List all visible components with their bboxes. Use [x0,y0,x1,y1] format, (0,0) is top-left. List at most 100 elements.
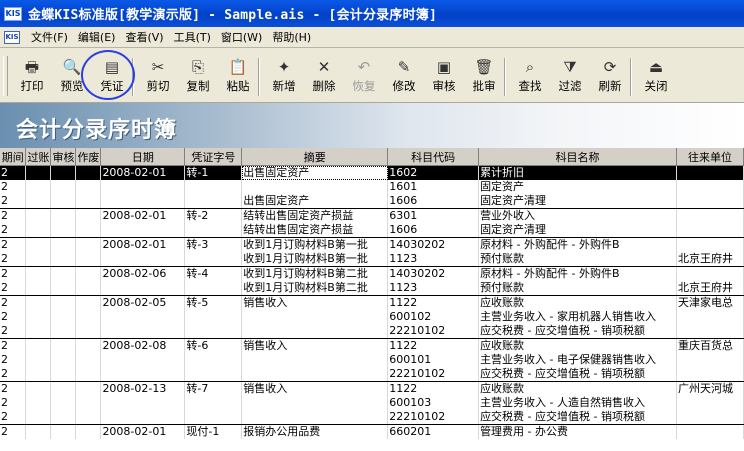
toolbar-button-edit[interactable]: ✎ 修改 [384,56,424,98]
cell-contact-unit: 天津家电总 [676,295,744,310]
restore-icon: ↶ [357,58,371,76]
cell-contact-unit [676,310,744,324]
cell-account-name: 管理费用 - 办公费 [478,424,677,439]
cell-account-name: 营业外收入 [478,208,677,223]
table-row[interactable]: 2 收到1月订购材料B第一批 1123 预付账款 北京王府井 [0,252,744,267]
toolbar-button-delete[interactable]: ✕ 删除 [304,56,344,98]
toolbar-button-restore[interactable]: ↶ 恢复 [344,56,384,98]
cell-period: 2 [0,208,27,223]
table-row[interactable]: 2 600103 主营业务收入 - 人造自然销售收入 [0,396,744,410]
column-header-voucher-no[interactable]: 凭证字号 [184,148,243,166]
cell-contact-unit [676,353,744,367]
cell-account-code: 1123 [387,281,480,296]
cell-audited [50,353,77,367]
toolbar-grip[interactable] [3,56,8,96]
cell-posted [25,295,52,310]
cell-date [100,353,186,367]
cell-voided [75,237,102,252]
cell-posted [25,237,52,252]
table-row[interactable]: 2 出售固定资产 1606 固定资产清理 [0,194,744,209]
cell-summary [241,353,389,367]
cell-account-name: 应交税费 - 应交增值税 - 销项税额 [478,367,677,382]
toolbar-button-filter[interactable]: ⧩ 过滤 [550,56,590,98]
toolbar-button-find[interactable]: ⌕ 查找 [510,56,550,98]
table-row[interactable]: 2 结转出售固定资产损益 1606 固定资产清理 [0,223,744,238]
table-row[interactable]: 2 1601 固定资产 [0,180,744,194]
table-row[interactable]: 2 22210102 应交税费 - 应交增值税 - 销项税额 [0,367,744,382]
cell-contact-unit: 北京王府井 [676,252,744,267]
toolbar-button-voucher[interactable]: ▤ 凭证 [92,56,132,98]
cell-contact-unit [676,180,744,194]
cell-account-name: 预付账款 [478,281,677,296]
page-banner: 会计分录序时簿 [0,103,744,148]
menu-window[interactable]: 窗口(W) [216,29,267,45]
table-row[interactable]: 2 2008-02-06 转-4 收到1月订购材料B第二批 14030202 原材料 - … [0,266,744,281]
toolbar-button-label: 打印 [20,79,44,93]
copy-icon: ⎘ [191,58,204,76]
column-header-period[interactable]: 期间 [0,148,27,166]
table-row[interactable]: 2 22210102 应交税费 - 应交增值税 - 销项税额 [0,324,744,339]
column-header-account-code[interactable]: 科目代码 [387,148,480,166]
table-row[interactable]: 2 2008-02-01 现付-1 报销办公用品费 660201 管理费用 - 办公费 [0,424,744,439]
table-row[interactable]: 2 2008-02-01 转-2 结转出售固定资产损益 6301 营业外收入 [0,208,744,223]
toolbar-button-refresh[interactable]: ⟳ 刷新 [590,56,630,98]
close-icon: ⏏ [648,58,664,76]
column-header-date[interactable]: 日期 [100,148,186,166]
cell-account-name: 固定资产清理 [478,223,677,238]
toolbar-button-new[interactable]: ✦ 新增 [264,56,304,98]
cell-posted [25,208,52,223]
table-row[interactable]: 2 600102 主营业务收入 - 家用机器人销售收入 [0,310,744,324]
cell-posted [25,165,52,180]
menu-edit[interactable]: 编辑(E) [73,29,121,45]
cell-account-code: 600103 [387,396,480,410]
document-icon[interactable]: KIS [4,30,20,44]
cell-account-name: 原材料 - 外购配件 - 外购件B [478,266,677,281]
column-header-summary[interactable]: 摘要 [241,148,389,166]
toolbar-button-batch-audit[interactable]: 🗑 批审 [464,56,504,98]
cell-contact-unit [676,410,744,425]
toolbar-button-close[interactable]: ⏏ 关闭 [636,56,676,98]
cell-account-code: 14030202 [387,237,480,252]
cell-period: 2 [0,223,27,238]
table-row[interactable]: 2 2008-02-13 转-7 销售收入 1122 应收账款 广州天河城 [0,381,744,396]
menu-tools[interactable]: 工具(T) [169,29,216,45]
toolbar-button-audit[interactable]: ▣ 审核 [424,56,464,98]
cell-account-name: 固定资产 [478,180,677,194]
column-header-voided[interactable]: 作废 [75,148,102,166]
column-header-contact-unit[interactable]: 往来单位 [676,148,744,166]
table-row[interactable]: 2 2008-02-08 转-6 销售收入 1122 应收账款 重庆百货总 [0,338,744,353]
cell-account-code: 1123 [387,252,480,267]
column-header-posted[interactable]: 过账 [25,148,52,166]
toolbar-button-label: 凭证 [100,79,124,93]
table-row[interactable]: 2 600101 主营业务收入 - 电子保健器销售收入 [0,353,744,367]
toolbar-button-cut[interactable]: ✂ 剪切 [138,56,178,98]
cell-summary [241,367,389,382]
table-row[interactable]: 2 收到1月订购材料B第二批 1123 预付账款 北京王府井 [0,281,744,296]
menu-help[interactable]: 帮助(H) [267,29,316,45]
menu-view[interactable]: 查看(V) [120,29,168,45]
cell-audited [50,223,77,238]
cell-summary [241,310,389,324]
table-row[interactable]: 2 2008-02-05 转-5 销售收入 1122 应收账款 天津家电总 [0,295,744,310]
toolbar-button-copy[interactable]: ⎘ 复制 [178,56,218,98]
cell-period: 2 [0,367,27,382]
cell-voucher-no [184,324,243,339]
cell-account-code: 1122 [387,381,480,396]
table-row[interactable]: 2 2008-02-01 转-3 收到1月订购材料B第一批 14030202 原材料 - … [0,237,744,252]
menu-file[interactable]: 文件(F) [26,29,73,45]
cell-contact-unit [676,396,744,410]
cell-audited [50,208,77,223]
toolbar-button-label: 删除 [312,79,336,93]
table-row[interactable]: 2 22210102 应交税费 - 应交增值税 - 销项税额 [0,410,744,425]
table-row[interactable]: 2 2008-02-01 转-1 出售固定资产 1602 累计折旧 [0,165,744,180]
cell-account-code: 6301 [387,208,480,223]
toolbar: 🖶 打印 🔍 预览 ▤ 凭证 ✂ 剪切 ⎘ 复制 📋 粘贴 ✦ 新增 ✕ 删除 ↶ 恢复 ✎ 修改 ▣ 审核 🗑 批审 ⌕ 查找 ⧩… [0,48,744,103]
toolbar-button-printer[interactable]: 🖶 打印 [12,56,52,98]
column-header-audited[interactable]: 审核 [50,148,77,166]
toolbar-button-preview[interactable]: 🔍 预览 [52,56,92,98]
column-header-account-name[interactable]: 科目名称 [478,148,677,166]
toolbar-button-paste[interactable]: 📋 粘贴 [218,56,258,98]
filter-icon: ⧩ [563,58,577,76]
toolbar-button-label: 恢复 [352,79,376,93]
toolbar-separator [132,58,134,96]
